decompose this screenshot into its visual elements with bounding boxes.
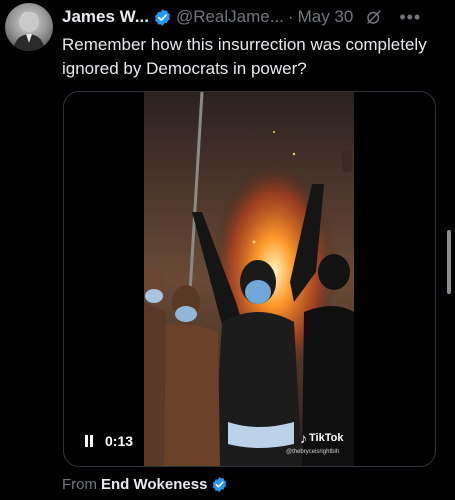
tiktok-label: TikTok xyxy=(309,432,344,444)
grok-icon[interactable] xyxy=(365,8,383,26)
verified-badge-icon xyxy=(213,477,227,492)
video-time: 0:13 xyxy=(105,433,134,449)
tweet-date[interactable]: May 30 xyxy=(298,7,354,27)
video-still xyxy=(144,92,354,466)
tiktok-handle: @thebryceisrightbih xyxy=(286,449,340,455)
video-frame xyxy=(144,92,354,466)
source-attribution: From End Wokeness xyxy=(62,476,232,493)
more-icon[interactable]: ••• xyxy=(399,8,421,26)
source-prefix: From xyxy=(62,476,97,493)
scrollbar-thumb[interactable] xyxy=(447,230,451,294)
author-name[interactable]: James W... xyxy=(62,7,149,27)
avatar-portrait xyxy=(13,12,45,51)
avatar[interactable] xyxy=(5,3,53,51)
header-separator: · xyxy=(287,7,294,26)
tiktok-watermark: ♪ TikTok xyxy=(300,430,343,446)
video-player[interactable]: 0:13 ♪ TikTok @thebryceisrightbih xyxy=(63,91,436,467)
pause-button[interactable]: 0:13 xyxy=(84,433,133,449)
pause-icon xyxy=(84,435,95,447)
source-account[interactable]: End Wokeness xyxy=(101,476,207,493)
author-handle[interactable]: @RealJame... xyxy=(176,7,284,27)
verified-badge-icon xyxy=(154,8,170,26)
tweet-header: James W... @RealJame... · May 30 ••• xyxy=(62,6,445,28)
tweet-text: Remember how this insurrection was compl… xyxy=(62,35,427,78)
tiktok-icon: ♪ xyxy=(300,430,307,446)
